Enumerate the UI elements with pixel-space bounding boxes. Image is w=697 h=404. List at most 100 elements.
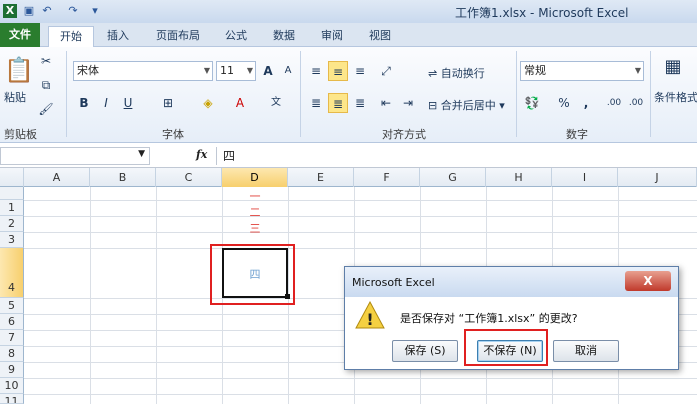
decrease-indent-icon[interactable]: ⇤ — [376, 93, 396, 113]
cut-icon[interactable]: ✂ — [36, 51, 56, 71]
cell-d3[interactable]: 三 — [222, 222, 288, 236]
row-header-10[interactable]: 10 — [0, 378, 24, 394]
group-separator — [516, 51, 517, 137]
shrink-font-icon[interactable]: A — [278, 61, 298, 81]
tab-insert[interactable]: 插入 — [100, 26, 136, 46]
cell-d2[interactable]: 二 — [222, 206, 288, 220]
gridline — [24, 216, 697, 217]
column-header-j[interactable]: J — [618, 168, 697, 187]
fill-color-icon[interactable]: ◈ — [198, 93, 218, 113]
tab-formulas[interactable]: 公式 — [216, 26, 256, 46]
borders-icon[interactable]: ⊞ — [158, 93, 178, 113]
accounting-format-icon[interactable]: 💱 — [522, 93, 542, 113]
row-header-3[interactable]: 3 — [0, 232, 24, 248]
paste-icon[interactable]: 📋 — [4, 53, 34, 87]
increase-decimal-button[interactable]: .00 — [604, 93, 624, 113]
column-header-bar: A B C D E F G H I J — [0, 168, 697, 187]
bold-button[interactable]: B — [74, 93, 94, 113]
save-button[interactable]: 保存 (S) — [392, 340, 458, 362]
paste-button[interactable]: 粘贴 — [4, 89, 26, 105]
number-format-combo[interactable]: 常规 ▼ — [520, 61, 644, 81]
copy-icon[interactable]: ⧉ — [36, 75, 56, 95]
tab-review[interactable]: 审阅 — [312, 26, 352, 46]
gridline — [24, 378, 697, 379]
column-header-f[interactable]: F — [354, 168, 420, 187]
align-top-icon[interactable]: ≡ — [306, 61, 326, 81]
tab-data[interactable]: 数据 — [264, 26, 304, 46]
phonetic-icon[interactable]: 文 — [266, 93, 286, 113]
alignment-group-label: 对齐方式 — [382, 128, 426, 141]
dialog-title-bar: Microsoft Excel X — [345, 267, 678, 297]
decrease-decimal-button[interactable]: .00 — [626, 93, 646, 113]
column-header-c[interactable]: C — [156, 168, 222, 187]
format-painter-icon[interactable]: 🖌 — [36, 99, 56, 119]
cancel-button[interactable]: 取消 — [553, 340, 619, 362]
orientation-icon[interactable]: ⤢ — [376, 61, 396, 81]
gridline — [156, 187, 157, 404]
formula-input[interactable]: 四 — [216, 147, 697, 165]
chevron-down-icon: ▼ — [138, 149, 145, 159]
row-header-1[interactable]: 1 — [0, 200, 24, 216]
row-header-6[interactable]: 6 — [0, 314, 24, 330]
gridline — [24, 394, 697, 395]
group-separator — [300, 51, 301, 137]
tab-page-layout[interactable]: 页面布局 — [146, 26, 210, 46]
title-bar: X ▣ ↶ ↷ ▾ 工作簿1.xlsx - Microsoft Excel — [0, 0, 697, 23]
cell-d1[interactable]: 一 — [222, 190, 288, 204]
increase-indent-icon[interactable]: ⇥ — [398, 93, 418, 113]
column-header-e[interactable]: E — [288, 168, 354, 187]
comma-button[interactable]: , — [576, 93, 596, 113]
conditional-format-icon[interactable]: ▦ — [660, 53, 686, 81]
svg-text:!: ! — [366, 310, 373, 329]
group-separator — [650, 51, 651, 137]
warning-icon: ! — [355, 300, 385, 329]
merge-icon: ⊟ — [428, 99, 438, 112]
column-header-i[interactable]: I — [552, 168, 618, 187]
column-header-b[interactable]: B — [90, 168, 156, 187]
italic-button[interactable]: I — [96, 93, 116, 113]
grow-font-icon[interactable]: A — [258, 61, 278, 81]
align-left-icon[interactable]: ≣ — [306, 93, 326, 113]
select-all-corner[interactable] — [0, 168, 24, 187]
fx-icon[interactable]: fx — [196, 148, 207, 161]
percent-button[interactable]: % — [554, 93, 574, 113]
row-header-5[interactable]: 5 — [0, 298, 24, 314]
merge-center-button[interactable]: ⊟ 合并后居中 ▾ — [428, 97, 505, 113]
formula-bar: ▼ fx 四 — [0, 144, 697, 168]
undo-icon[interactable]: ↶ — [40, 4, 54, 18]
tab-view[interactable]: 视图 — [360, 26, 400, 46]
align-middle-icon[interactable]: ≡ — [328, 61, 348, 81]
chevron-down-icon: ▼ — [246, 66, 253, 75]
customize-dropdown-icon[interactable]: ▾ — [90, 4, 100, 18]
align-center-icon[interactable]: ≣ — [328, 93, 348, 113]
column-header-h[interactable]: H — [486, 168, 552, 187]
align-bottom-icon[interactable]: ≡ — [350, 61, 370, 81]
tab-file[interactable]: 文件 — [0, 23, 40, 47]
row-header-8[interactable]: 8 — [0, 346, 24, 362]
tab-home[interactable]: 开始 — [48, 26, 94, 49]
column-header-g[interactable]: G — [420, 168, 486, 187]
wrap-text-button[interactable]: ⇌ 自动换行 — [428, 65, 485, 81]
gridline — [24, 200, 697, 201]
conditional-format-button[interactable]: 条件格式 — [654, 89, 697, 105]
font-size-combo[interactable]: 11 ▼ — [216, 61, 256, 81]
underline-button[interactable]: U — [118, 93, 138, 113]
gridline — [90, 187, 91, 404]
clipboard-group-label: 剪贴板 — [4, 128, 37, 141]
redo-icon[interactable]: ↷ — [66, 4, 80, 18]
name-box[interactable]: ▼ — [0, 147, 150, 165]
font-color-icon[interactable]: A — [230, 93, 250, 113]
column-header-a[interactable]: A — [24, 168, 90, 187]
column-header-d[interactable]: D — [222, 168, 288, 187]
align-right-icon[interactable]: ≣ — [350, 93, 370, 113]
font-name-combo[interactable]: 宋体 ▼ — [73, 61, 213, 81]
cell-highlight-box — [210, 244, 295, 305]
row-header-2[interactable]: 2 — [0, 216, 24, 232]
close-icon[interactable]: X — [625, 271, 671, 291]
save-icon[interactable]: ▣ — [22, 4, 36, 18]
row-header-9[interactable]: 9 — [0, 362, 24, 378]
row-header-7[interactable]: 7 — [0, 330, 24, 346]
row-header-4[interactable]: 4 — [0, 248, 24, 298]
row-header-11[interactable]: 11 — [0, 394, 24, 404]
number-group-label: 数字 — [566, 128, 588, 141]
